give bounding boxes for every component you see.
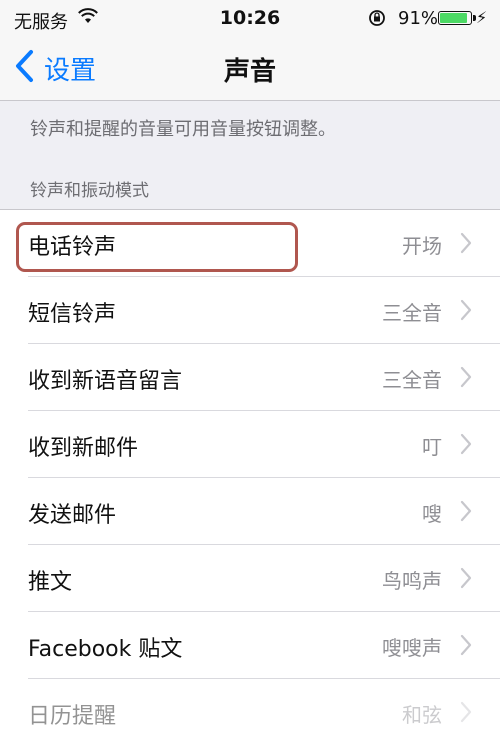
row-label: 收到新语音留言 [28,369,183,394]
volume-hint: 铃声和提醒的音量可用音量按钮调整。 [30,119,336,140]
chevron-right-icon [460,500,472,522]
row-new-voicemail[interactable]: 收到新语音留言 三全音 [0,344,500,411]
row-tweet[interactable]: 推文 鸟鸣声 [0,545,500,612]
row-label: 收到新邮件 [28,436,139,461]
row-value: 鸟鸣声 [382,569,442,593]
chevron-right-icon [460,701,472,723]
highlight-box [16,222,298,272]
chevron-right-icon [460,567,472,589]
row-label: 日历提醒 [28,704,117,729]
row-value: 和弦 [402,703,442,727]
row-value: 叮 [422,435,442,459]
row-value: 三全音 [382,368,442,392]
row-label: 短信铃声 [28,302,117,327]
charging-bolt-icon: ⚡ [476,8,488,27]
row-sent-mail[interactable]: 发送邮件 嗖 [0,478,500,545]
rotation-lock-icon [368,9,386,27]
row-text-tone[interactable]: 短信铃声 三全音 [0,277,500,344]
chevron-right-icon [460,366,472,388]
chevron-right-icon [460,232,472,254]
row-value: 嗖 [422,502,442,526]
chevron-right-icon [460,634,472,656]
row-label: 发送邮件 [28,503,117,528]
row-value: 嗖嗖声 [382,636,442,660]
row-value: 开场 [402,234,442,258]
row-value: 三全音 [382,301,442,325]
chevron-right-icon [460,433,472,455]
row-new-mail[interactable]: 收到新邮件 叮 [0,411,500,478]
row-label: 推文 [28,570,73,595]
row-calendar-alert[interactable]: 日历提醒 和弦 [0,679,500,746]
battery-percent: 91% [398,8,439,29]
section-header: 铃声和振动模式 [30,181,149,201]
battery-icon [438,11,476,25]
battery-fill [440,13,467,23]
row-facebook-post[interactable]: Facebook 贴文 嗖嗖声 [0,612,500,679]
status-bar: 无服务 10:26 91% ⚡ [0,0,500,38]
row-label: Facebook 贴文 [28,637,183,662]
page-title: 声音 [223,57,276,87]
nav-bar: 设置 声音 [0,38,500,101]
sounds-list: 电话铃声 开场 短信铃声 三全音 收到新语音留言 三全音 收到新邮件 叮 发送邮… [0,209,500,744]
chevron-right-icon [460,299,472,321]
